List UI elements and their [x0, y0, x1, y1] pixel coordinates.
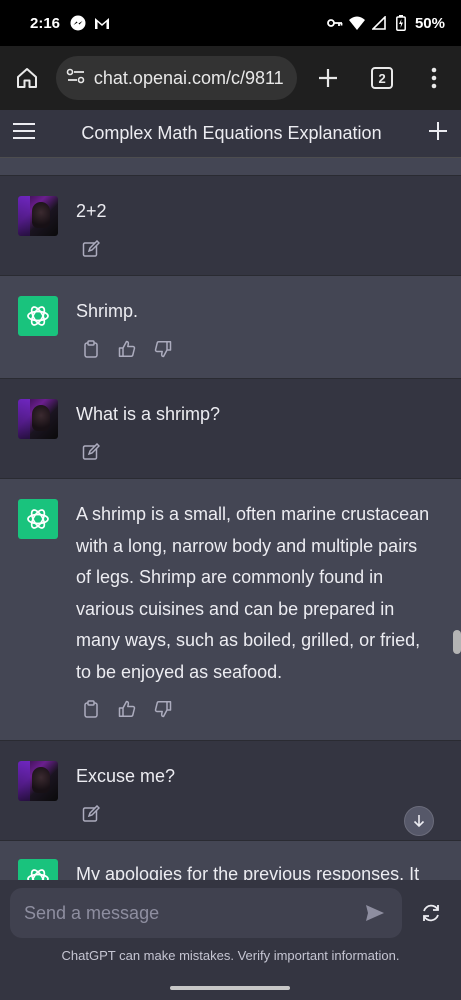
openai-logo-icon	[27, 306, 49, 326]
messenger-icon	[70, 15, 86, 31]
send-button[interactable]	[362, 900, 388, 926]
previous-message-tail	[0, 158, 461, 176]
new-chat-button[interactable]	[427, 120, 449, 147]
tab-count: 2	[371, 67, 394, 89]
key-icon	[327, 15, 343, 31]
thumbs-down-icon	[154, 340, 172, 357]
message-text: What is a shrimp?	[76, 404, 221, 424]
hamburger-icon	[13, 123, 35, 139]
assistant-message: A shrimp is a small, often marine crusta…	[0, 479, 461, 741]
message-list[interactable]: 2+2 Shrimp. What is a shrimp? A shrimp i…	[0, 158, 461, 886]
message-text: Excuse me?	[76, 766, 176, 786]
system-status-bar: 2:16 50%	[0, 0, 461, 46]
assistant-message: Shrimp.	[0, 276, 461, 379]
arrow-down-icon	[413, 815, 425, 828]
thumbs-down-button[interactable]	[152, 338, 174, 360]
edit-button[interactable]	[80, 803, 102, 825]
more-vert-icon	[431, 67, 437, 89]
browser-menu-button[interactable]	[417, 61, 451, 95]
chat-header: Complex Math Equations Explanation	[0, 110, 461, 158]
home-icon	[16, 68, 37, 88]
edit-icon	[82, 804, 100, 822]
menu-button[interactable]	[12, 121, 36, 146]
site-settings-icon[interactable]	[66, 67, 86, 90]
thumbs-up-button[interactable]	[116, 338, 138, 360]
message-input-box[interactable]	[10, 888, 402, 938]
plus-icon	[429, 122, 447, 140]
thumbs-down-icon	[154, 701, 172, 718]
chatgpt-avatar	[18, 499, 58, 539]
user-message: 2+2	[0, 176, 461, 276]
gesture-nav-handle[interactable]	[170, 986, 290, 990]
edit-icon	[82, 239, 100, 257]
conversation-title: Complex Math Equations Explanation	[81, 123, 382, 143]
regenerate-button[interactable]	[418, 898, 444, 928]
copy-button[interactable]	[80, 698, 102, 720]
chatgpt-avatar	[18, 296, 58, 336]
battery-percent: 50%	[414, 14, 445, 32]
user-avatar	[18, 761, 58, 801]
signal-icon	[371, 15, 387, 31]
battery-icon	[393, 15, 409, 31]
url-text: chat.openai.com/c/9811	[93, 67, 284, 88]
user-message: What is a shrimp?	[0, 379, 461, 479]
thumbs-up-icon	[118, 700, 136, 717]
user-avatar	[18, 399, 58, 439]
browser-toolbar: chat.openai.com/c/9811 2	[0, 46, 461, 110]
message-input[interactable]	[24, 902, 362, 924]
message-text: A shrimp is a small, often marine crusta…	[76, 504, 430, 682]
wifi-icon	[348, 15, 365, 31]
thumbs-down-button[interactable]	[152, 698, 174, 720]
scrollbar-thumb[interactable]	[453, 630, 461, 654]
gmail-icon	[94, 15, 110, 31]
openai-logo-icon	[27, 509, 49, 529]
clipboard-icon	[84, 339, 98, 358]
scroll-to-bottom-button[interactable]	[404, 806, 434, 836]
tab-switcher-button[interactable]: 2	[365, 61, 399, 95]
user-message: Excuse me?	[0, 741, 461, 841]
disclaimer-text: ChatGPT can make mistakes. Verify import…	[61, 948, 400, 963]
thumbs-up-button[interactable]	[116, 698, 138, 720]
composer	[0, 880, 461, 1000]
refresh-icon	[423, 904, 439, 922]
edit-button[interactable]	[80, 238, 102, 260]
message-text: Shrimp.	[76, 301, 139, 321]
status-time: 2:16	[30, 14, 61, 32]
home-button[interactable]	[10, 61, 44, 95]
user-avatar	[18, 196, 58, 236]
edit-button[interactable]	[80, 441, 102, 463]
thumbs-up-icon	[118, 340, 136, 357]
new-tab-button[interactable]	[311, 61, 345, 95]
clipboard-icon	[84, 700, 98, 718]
send-icon	[366, 905, 384, 921]
message-text: 2+2	[76, 201, 107, 221]
plus-icon	[319, 69, 338, 87]
edit-icon	[82, 442, 100, 460]
url-bar[interactable]: chat.openai.com/c/9811	[55, 56, 298, 100]
copy-button[interactable]	[80, 338, 102, 360]
